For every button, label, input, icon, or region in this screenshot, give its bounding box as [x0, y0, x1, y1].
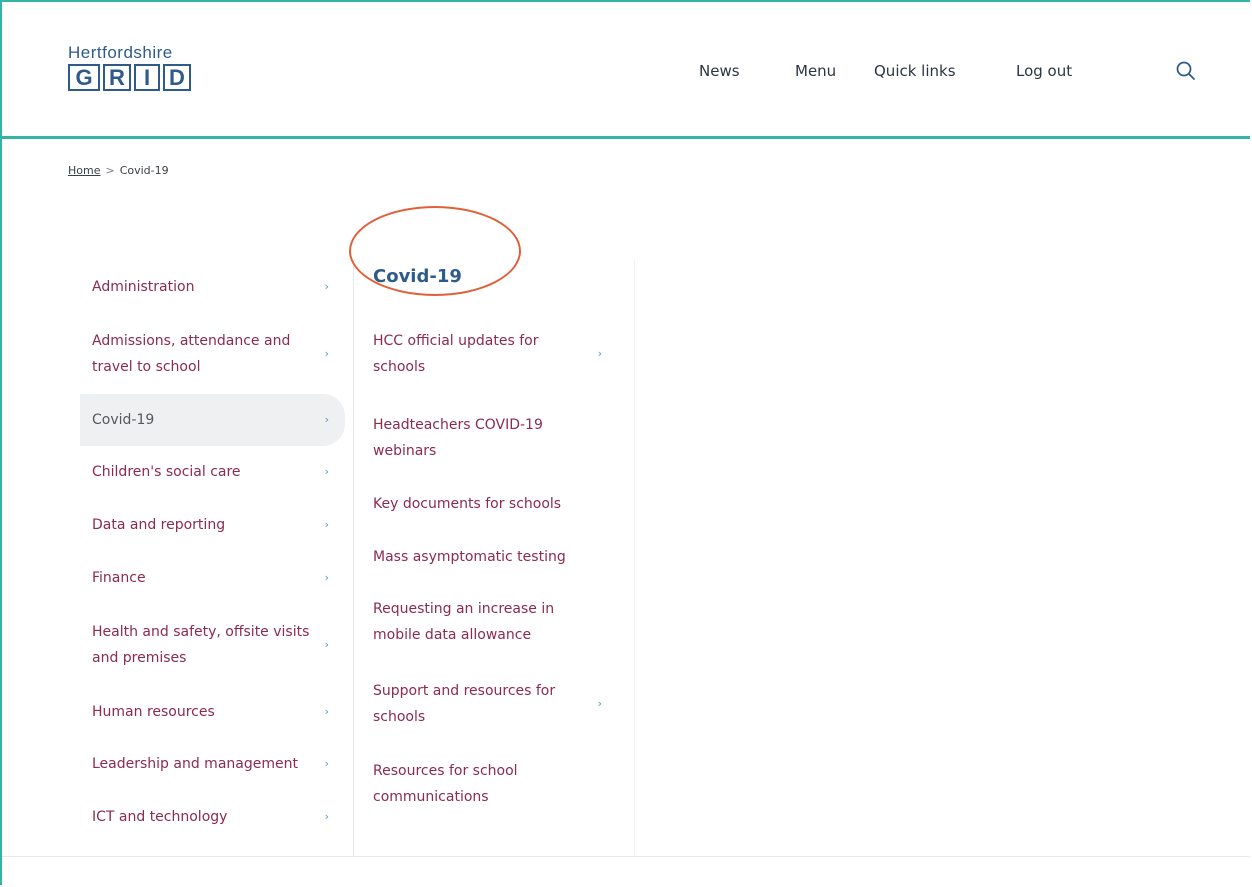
left-menu-item-leadership[interactable]: Leadership and management › — [80, 738, 345, 790]
left-menu-label: ICT and technology — [92, 809, 228, 825]
left-menu-item-childrens-social-care[interactable]: Children's social care › — [80, 446, 345, 498]
column-divider — [353, 260, 354, 856]
chevron-right-icon: › — [324, 465, 329, 478]
chevron-right-icon: › — [324, 638, 329, 651]
left-menu-label: Administration — [92, 279, 195, 295]
chevron-right-icon: › — [324, 757, 329, 770]
left-menu-label: Health and safety, offsite visits and pr… — [92, 624, 310, 666]
sub-menu-label: Mass asymptomatic testing — [373, 549, 566, 565]
sub-menu-label: Key documents for schools — [373, 496, 562, 512]
chevron-right-icon: › — [324, 571, 329, 584]
sub-menu-label: Resources for school communications — [373, 763, 518, 805]
sub-menu-item-headteachers-webinars[interactable]: Headteachers COVID-19 webinars — [360, 412, 616, 464]
chevron-right-icon: › — [597, 697, 602, 710]
sub-menu-label: Headteachers COVID-19 webinars — [373, 417, 543, 459]
page-frame: Hertfordshire G R I D News Menu Quick li… — [0, 0, 1250, 885]
sub-menu-item-key-documents[interactable]: Key documents for schools — [360, 491, 616, 517]
left-menu-item-data-and-reporting[interactable]: Data and reporting › — [80, 498, 345, 552]
chevron-right-icon: › — [324, 810, 329, 823]
chevron-right-icon: › — [324, 347, 329, 360]
section-menu: Administration › Admissions, attendance … — [80, 260, 345, 844]
left-menu-label: Data and reporting — [92, 517, 226, 533]
sub-menu-item-mobile-data[interactable]: Requesting an increase in mobile data al… — [360, 596, 616, 648]
left-menu-item-admissions[interactable]: Admissions, attendance and travel to sch… — [80, 314, 345, 394]
chevron-right-icon: › — [324, 280, 329, 293]
top-navigation: News Menu Quick links Log out — [2, 60, 1250, 86]
sub-menu-item-support-resources[interactable]: Support and resources for schools › — [360, 678, 616, 730]
sub-menu-item-hcc-updates[interactable]: HCC official updates for schools › — [360, 328, 616, 380]
left-menu-item-administration[interactable]: Administration › — [80, 260, 345, 314]
breadcrumb-separator: > — [105, 164, 115, 177]
left-menu-item-ict[interactable]: ICT and technology › — [80, 790, 345, 844]
left-menu-item-finance[interactable]: Finance › — [80, 552, 345, 604]
sub-menu-item-mass-testing[interactable]: Mass asymptomatic testing — [360, 544, 616, 570]
nav-menu-link[interactable]: Menu — [795, 62, 836, 80]
sub-menu-label: Requesting an increase in mobile data al… — [373, 601, 555, 643]
nav-quick-links[interactable]: Quick links — [874, 62, 956, 80]
site-header: Hertfordshire G R I D News Menu Quick li… — [2, 2, 1250, 139]
breadcrumb-current: Covid-19 — [119, 164, 169, 177]
chevron-right-icon: › — [324, 518, 329, 531]
footer-divider — [2, 856, 1250, 857]
breadcrumb-home-link[interactable]: Home — [68, 164, 100, 177]
breadcrumb: Home > Covid-19 — [68, 164, 169, 177]
chevron-right-icon: › — [324, 413, 329, 426]
chevron-right-icon: › — [324, 705, 329, 718]
left-menu-item-health-and-safety[interactable]: Health and safety, offsite visits and pr… — [80, 604, 345, 686]
sub-menu-label: Support and resources for schools — [373, 683, 556, 725]
sub-menu-label: HCC official updates for schools — [373, 333, 539, 375]
left-menu-label: Leadership and management — [92, 756, 298, 772]
sub-menu-item-school-communications[interactable]: Resources for school communications — [360, 758, 616, 810]
column-divider — [634, 260, 635, 856]
chevron-right-icon: › — [597, 347, 602, 360]
left-menu-label: Admissions, attendance and travel to sch… — [92, 333, 291, 375]
left-menu-item-human-resources[interactable]: Human resources › — [80, 686, 345, 738]
left-menu-label: Covid-19 — [92, 412, 155, 428]
left-menu-label: Human resources — [92, 704, 215, 720]
left-menu-label: Finance — [92, 570, 146, 586]
nav-news-link[interactable]: News — [699, 62, 740, 80]
sub-menu-title: Covid-19 — [373, 266, 462, 287]
nav-log-out[interactable]: Log out — [1016, 62, 1072, 80]
left-menu-label: Children's social care — [92, 464, 241, 480]
left-menu-item-covid-19[interactable]: Covid-19 › — [80, 394, 345, 446]
search-icon[interactable] — [1175, 60, 1197, 82]
